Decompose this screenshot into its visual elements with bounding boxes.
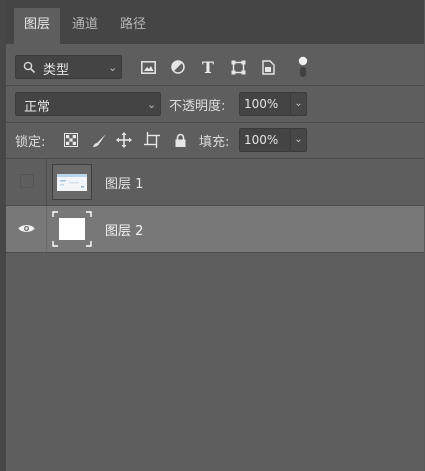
lock-transparent-pixels-icon[interactable] (62, 131, 80, 149)
layer-row-selected[interactable]: 图层 2 (6, 206, 425, 252)
hidden-visibility-box (20, 174, 34, 188)
fill-input[interactable]: 100% (239, 128, 291, 152)
layer-kind-filter-select[interactable]: 类型 ⌄ (15, 55, 122, 79)
lock-label: 锁定: (15, 135, 46, 150)
blend-mode-value: 正常 (24, 100, 51, 115)
column-divider (46, 206, 47, 252)
divider (6, 122, 425, 123)
search-icon (23, 61, 36, 74)
fill-label: 填充: (199, 135, 230, 150)
blend-mode-select[interactable]: 正常 ⌄ (15, 92, 161, 116)
fill-dropdown-button[interactable]: ⌄ (290, 128, 307, 152)
image-filter-icon[interactable] (139, 58, 157, 76)
smart-object-filter-icon[interactable] (259, 58, 277, 76)
tab-paths[interactable]: 路径 (110, 8, 156, 44)
shape-filter-icon[interactable] (229, 58, 247, 76)
chevron-down-icon: ⌄ (147, 98, 157, 111)
type-filter-icon[interactable]: T (199, 58, 217, 77)
filter-kind-label: 类型 (43, 63, 70, 78)
visibility-toggle[interactable] (6, 159, 46, 205)
divider (6, 252, 425, 253)
opacity-input[interactable]: 100% (239, 92, 291, 116)
filter-toggle-icon[interactable] (294, 55, 312, 79)
tab-layers[interactable]: 图层 (14, 8, 60, 44)
lock-position-icon[interactable] (115, 131, 133, 149)
layer-name[interactable]: 图层 1 (105, 173, 143, 192)
layer-thumbnail (52, 211, 92, 247)
panel-tab-bar: 图层 通道 路径 (6, 0, 425, 44)
layer-thumbnail (52, 164, 92, 200)
adjustment-filter-icon[interactable] (169, 58, 187, 76)
visibility-toggle[interactable] (6, 206, 46, 252)
opacity-label: 不透明度: (169, 99, 226, 114)
layers-panel: 图层 通道 路径 类型 ⌄ T 正常 ⌄ 不透明度: 100% ⌄ 锁定: 填充… (6, 0, 425, 471)
eye-icon (18, 225, 35, 232)
divider (6, 85, 425, 86)
chevron-down-icon: ⌄ (108, 61, 118, 74)
lock-artboard-icon[interactable] (143, 131, 161, 149)
column-divider (46, 159, 47, 205)
layer-name[interactable]: 图层 2 (105, 220, 143, 239)
lock-all-icon[interactable] (171, 131, 189, 149)
chevron-down-icon: ⌄ (294, 98, 303, 109)
opacity-dropdown-button[interactable]: ⌄ (290, 92, 307, 116)
chevron-down-icon: ⌄ (294, 134, 303, 145)
layer-row[interactable]: 图层 1 (6, 159, 425, 205)
tab-channels[interactable]: 通道 (62, 8, 108, 44)
lock-image-pixels-icon[interactable] (90, 131, 108, 149)
